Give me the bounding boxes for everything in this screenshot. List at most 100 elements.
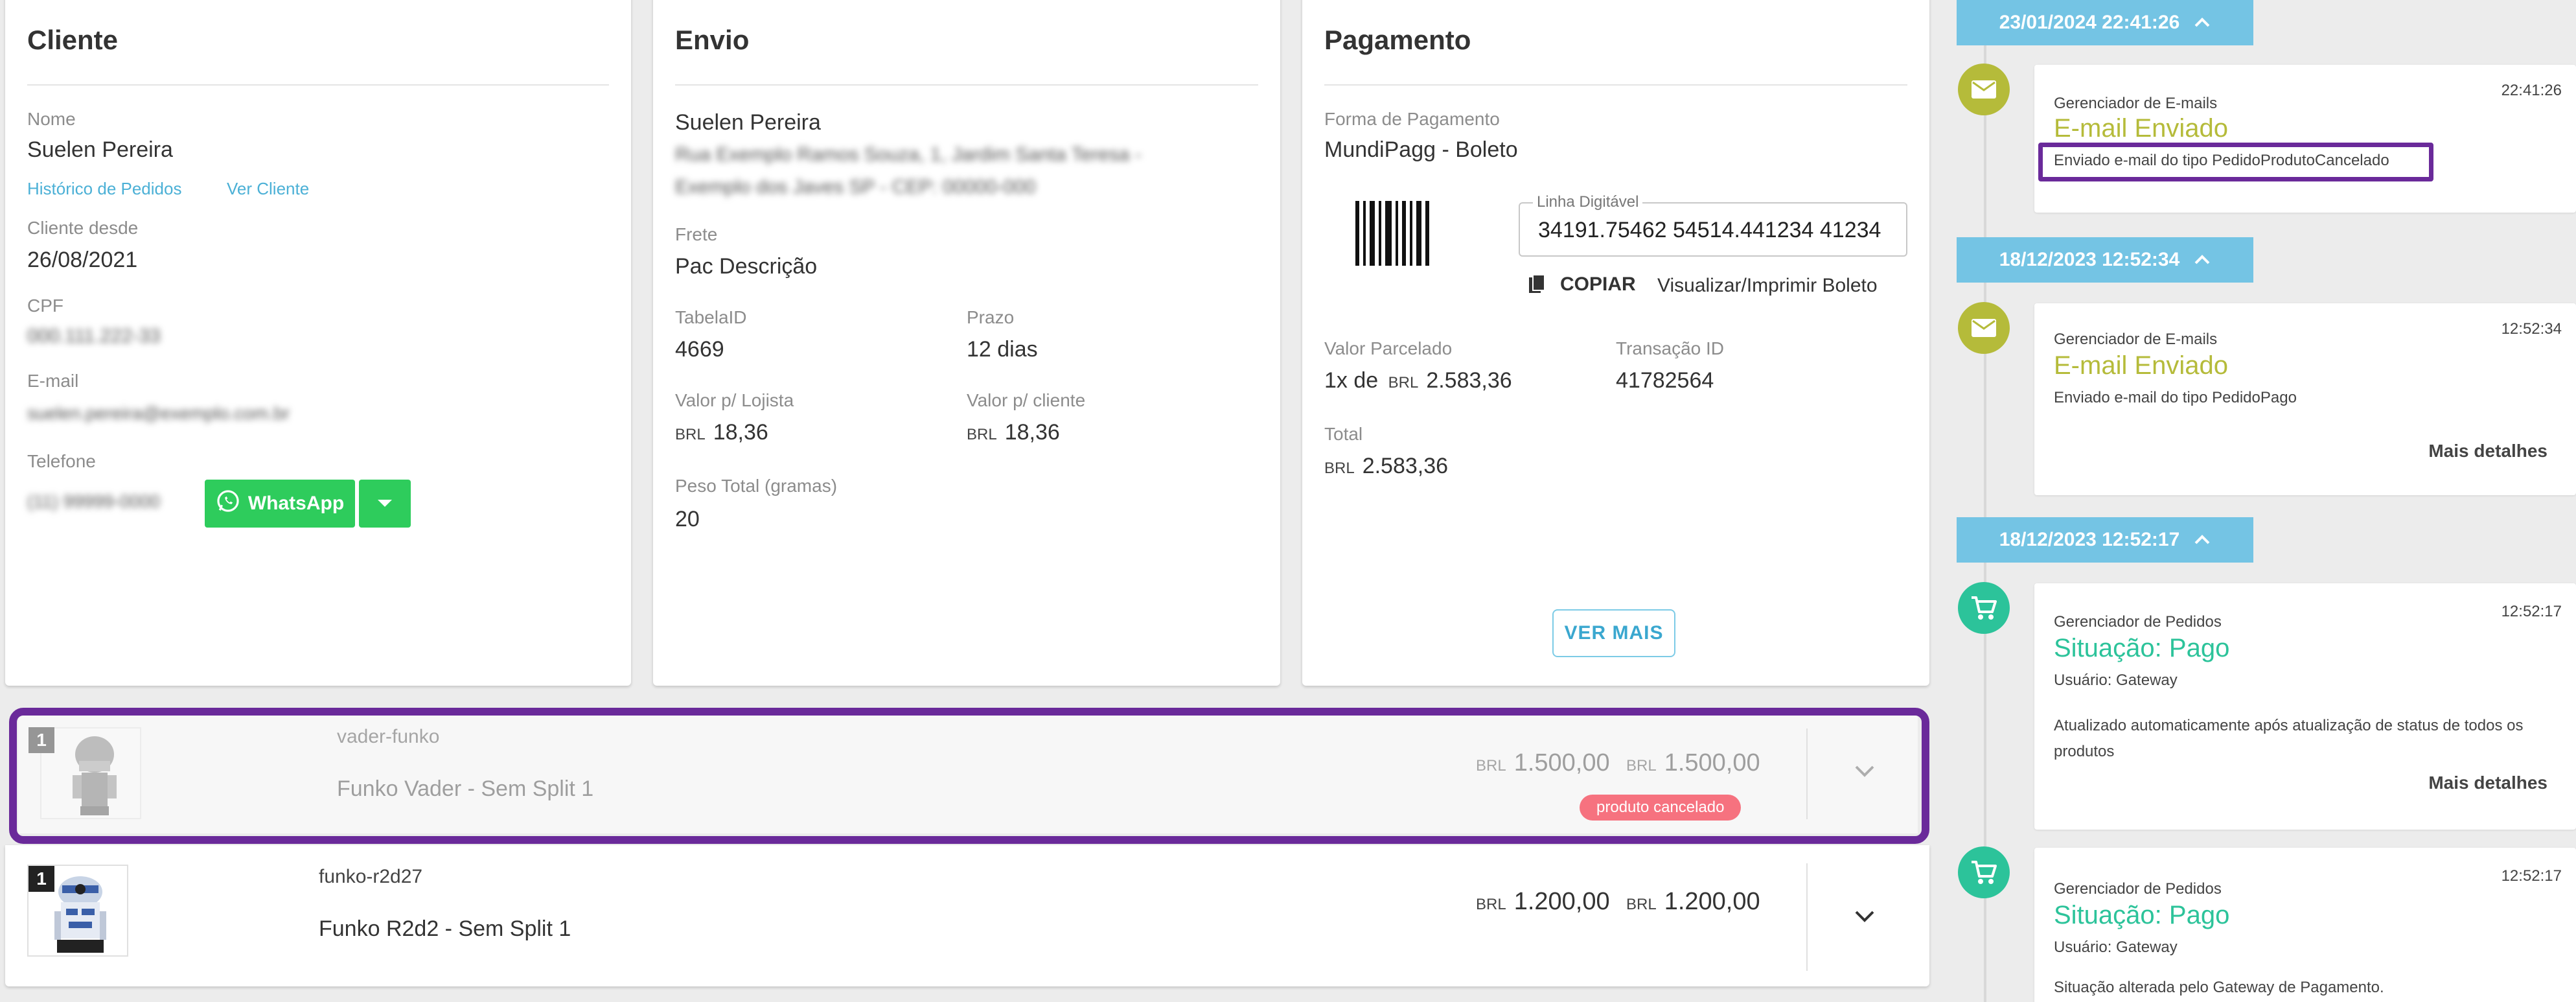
envio-card: Envio Suelen Pereira Rua Exemplo Ramos S…: [653, 0, 1280, 686]
chevron-up-icon: [2194, 255, 2210, 264]
product-sku: vader-funko: [337, 726, 440, 747]
chevron-up-icon: [2194, 535, 2210, 544]
timeline-title: E-mail Enviado: [2054, 351, 2229, 380]
envio-endereco-linha2: Exemplo dos Javes SP - CEP: 00000-000: [675, 176, 1036, 198]
whatsapp-icon: [216, 489, 240, 518]
mais-detalhes-link[interactable]: Mais detalhes: [2428, 441, 2547, 461]
currency-label: BRL: [967, 426, 997, 443]
expand-chevron-icon[interactable]: [1854, 910, 1875, 926]
timeline-usuario: Usuário: Gateway: [2054, 671, 2178, 689]
forma-pagamento-label: Forma de Pagamento: [1324, 109, 1500, 129]
timeline-date: 18/12/2023 12:52:17: [1999, 529, 2180, 550]
timeline-card: Gerenciador de Pedidos 12:52:17 Situação…: [2034, 848, 2576, 1002]
timeline-title: Situação: Pago: [2054, 901, 2230, 929]
product-name: Funko Vader - Sem Split 1: [337, 776, 594, 801]
valor-cliente-amount: 18,36: [1004, 420, 1060, 445]
timeline-time: 12:52:17: [2501, 867, 2562, 885]
valor-parcelado-amount: 2.583,36: [1426, 368, 1512, 393]
quantity-badge: 1: [29, 866, 54, 892]
email-icon: [1958, 302, 2010, 354]
email-value: suelen.pereira@exemplo.com.br: [27, 403, 290, 423]
product-unit-price: BRL 1.200,00: [1476, 888, 1610, 916]
cliente-desde-label: Cliente desde: [27, 218, 139, 238]
visualizar-boleto-link[interactable]: Visualizar/Imprimir Boleto: [1657, 275, 1878, 297]
timeline-card: Gerenciador de E-mails 12:52:34 E-mail E…: [2034, 303, 2576, 495]
expand-chevron-icon[interactable]: [1854, 765, 1875, 781]
whatsapp-button[interactable]: WhatsApp: [205, 480, 355, 528]
timeline-card: Gerenciador de E-mails 22:41:26 E-mail E…: [2034, 65, 2576, 213]
timeline-date-tag[interactable]: 18/12/2023 12:52:34: [1957, 237, 2253, 283]
mais-detalhes-link[interactable]: Mais detalhes: [2428, 773, 2547, 793]
product-unit-price: BRL 1.500,00: [1476, 749, 1610, 777]
timeline-text: Situação alterada pelo Gateway de Pagame…: [2054, 979, 2384, 996]
cliente-title: Cliente: [27, 25, 119, 55]
timeline-date-tag[interactable]: 23/01/2024 22:41:26: [1957, 0, 2253, 45]
valor-cliente-value: BRL 18,36: [967, 420, 1060, 445]
currency-label: BRL: [1476, 757, 1506, 775]
timeline-usuario: Usuário: Gateway: [2054, 938, 2178, 956]
envio-endereco-linha1: Rua Exemplo Ramos Souza, 1, Jardim Santa…: [675, 144, 1142, 165]
timeline-title: Situação: Pago: [2054, 634, 2230, 662]
quantity-badge: 1: [29, 727, 54, 753]
timeline-source: Gerenciador de Pedidos: [2054, 613, 2222, 631]
frete-value: Pac Descrição: [675, 254, 818, 279]
barcode-icon: [1355, 201, 1433, 266]
valor-parcelado-prefix: 1x de: [1324, 368, 1379, 393]
copy-icon: [1529, 274, 1545, 293]
valor-lojista-amount: 18,36: [713, 420, 768, 445]
frete-label: Frete: [675, 224, 718, 244]
envio-nome: Suelen Pereira: [675, 110, 821, 135]
currency-label: BRL: [675, 426, 706, 443]
currency-label: BRL: [1626, 896, 1657, 913]
valor-lojista-label: Valor p/ Lojista: [675, 390, 794, 410]
total-amount: 2.583,36: [1362, 454, 1449, 478]
pagamento-card: Pagamento Forma de Pagamento MundiPagg -…: [1302, 0, 1929, 686]
copiar-label: COPIAR: [1560, 274, 1636, 295]
timeline-text-line2: produtos: [2054, 743, 2115, 760]
timeline-source: Gerenciador de E-mails: [2054, 95, 2218, 112]
nome-label: Nome: [27, 109, 76, 129]
cart-icon: [1958, 582, 2010, 634]
whatsapp-dropdown-button[interactable]: [359, 480, 411, 528]
timeline-time: 22:41:26: [2501, 82, 2562, 99]
timeline-card: Gerenciador de Pedidos 12:52:17 Situação…: [2034, 583, 2576, 830]
cpf-label: CPF: [27, 296, 63, 316]
chevron-up-icon: [2194, 17, 2210, 27]
currency-label: BRL: [1626, 757, 1657, 775]
valor-cliente-label: Valor p/ cliente: [967, 390, 1086, 410]
timeline-text: Enviado e-mail do tipo PedidoPago: [2054, 389, 2297, 406]
valor-lojista-value: BRL 18,36: [675, 420, 768, 445]
product-total-price: BRL 1.500,00: [1626, 749, 1760, 777]
ver-cliente-link[interactable]: Ver Cliente: [227, 179, 309, 199]
linha-digitavel-field[interactable]: Linha Digitável 34191.75462 54514.441234…: [1519, 193, 1907, 257]
caret-down-icon: [378, 500, 392, 507]
timeline-source: Gerenciador de E-mails: [2054, 331, 2218, 348]
divider: [675, 84, 1258, 86]
copiar-button[interactable]: COPIAR: [1528, 274, 1636, 296]
product-row-vader: 1 vader-funko Funko Vader - Sem Split 1 …: [18, 716, 1918, 833]
historico-pedidos-link[interactable]: Histórico de Pedidos: [27, 179, 181, 199]
pagamento-title: Pagamento: [1324, 25, 1471, 55]
timeline-time: 12:52:17: [2501, 603, 2562, 620]
email-label: E-mail: [27, 371, 79, 391]
envio-title: Envio: [675, 25, 750, 55]
prazo-label: Prazo: [967, 307, 1015, 327]
product-thumbnail: [40, 727, 141, 819]
total-price-amount: 1.200,00: [1664, 888, 1760, 915]
valor-parcelado-label: Valor Parcelado: [1324, 338, 1453, 358]
linha-digitavel-value[interactable]: 34191.75462 54514.441234 41234: [1538, 218, 1903, 243]
total-label: Total: [1324, 424, 1363, 444]
peso-label: Peso Total (gramas): [675, 476, 838, 496]
email-icon: [1958, 64, 2010, 115]
transacao-label: Transação ID: [1616, 338, 1725, 358]
forma-pagamento-value: MundiPagg - Boleto: [1324, 137, 1518, 162]
timeline-time: 12:52:34: [2501, 320, 2562, 338]
product-row-r2d2: 1 funko-r2d27 Funko R2d2 - Sem Split 1 B…: [5, 845, 1929, 986]
timeline-date-tag[interactable]: 18/12/2023 12:52:17: [1957, 517, 2253, 563]
timeline-source: Gerenciador de Pedidos: [2054, 880, 2222, 898]
cpf-value: 000.111.222-33: [27, 325, 161, 347]
divider: [27, 84, 609, 86]
currency-label: BRL: [1324, 460, 1355, 477]
cliente-desde-value: 26/08/2021: [27, 248, 138, 272]
ver-mais-button[interactable]: VER MAIS: [1552, 609, 1675, 657]
